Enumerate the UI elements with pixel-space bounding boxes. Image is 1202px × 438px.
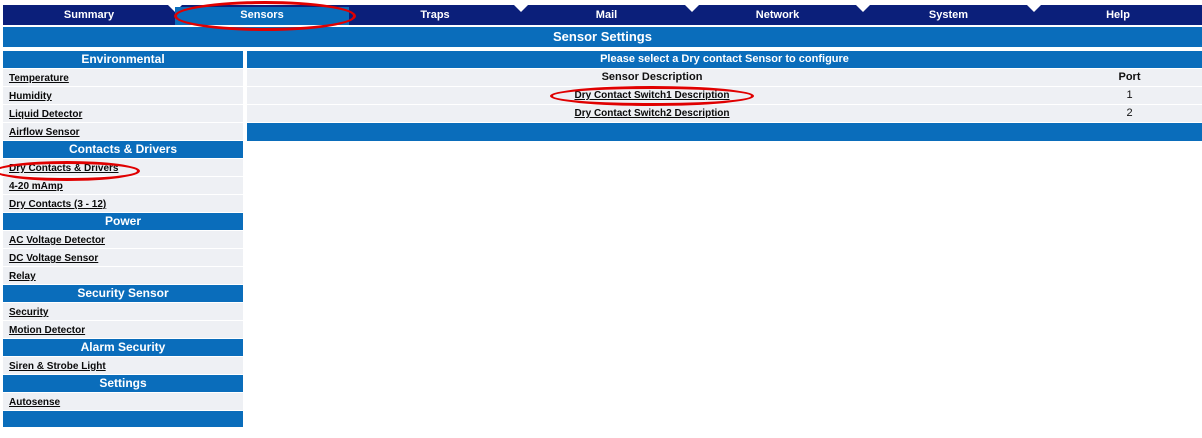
sidebar-link[interactable]: Autosense: [9, 397, 60, 408]
sensor-prompt: Please select a Dry contact Sensor to co…: [247, 51, 1202, 68]
sidebar-item-ac-voltage[interactable]: AC Voltage Detector: [3, 231, 243, 248]
sidebar-heading-contacts: Contacts & Drivers: [3, 141, 243, 158]
sidebar-item-security[interactable]: Security: [3, 303, 243, 320]
sidebar-heading-environmental: Environmental: [3, 51, 243, 68]
sensor-description-cell: Dry Contact Switch1 Description: [247, 87, 1057, 104]
main-footer-bar: [247, 123, 1202, 141]
sidebar-item-autosense[interactable]: Autosense: [3, 393, 243, 410]
column-header-port: Port: [1118, 71, 1141, 83]
sidebar-item-4-20-mamp[interactable]: 4-20 mAmp: [3, 177, 243, 194]
sidebar-link[interactable]: Motion Detector: [9, 325, 85, 336]
sidebar-footer-bar: [3, 411, 243, 427]
sidebar-heading-security: Security Sensor: [3, 285, 243, 302]
tab-help-label: Help: [1106, 9, 1130, 21]
sidebar-item-relay[interactable]: Relay: [3, 267, 243, 284]
sidebar-link[interactable]: Airflow Sensor: [9, 127, 80, 138]
sidebar-heading-settings: Settings: [3, 375, 243, 392]
sidebar-link[interactable]: Humidity: [9, 91, 52, 102]
sidebar-link[interactable]: Dry Contacts & Drivers: [9, 163, 118, 174]
tab-traps[interactable]: Traps: [349, 5, 528, 25]
sidebar-heading-alarm: Alarm Security: [3, 339, 243, 356]
sensor-description-cell: Dry Contact Switch2 Description: [247, 105, 1057, 122]
port-cell: 1: [1126, 89, 1133, 101]
tab-network-label: Network: [755, 9, 800, 21]
sidebar-item-dry-contacts-drivers[interactable]: Dry Contacts & Drivers: [3, 159, 243, 176]
sensor-link-switch1[interactable]: Dry Contact Switch1 Description: [574, 90, 729, 101]
tab-traps-label: Traps: [420, 9, 450, 21]
sidebar: Environmental Temperature Humidity Liqui…: [3, 51, 243, 427]
sidebar-item-siren-strobe[interactable]: Siren & Strobe Light: [3, 357, 243, 374]
tab-mail-label: Mail: [595, 9, 618, 21]
top-nav: Summary Sensors Traps Mail Network Syste…: [3, 5, 1202, 25]
column-header-description: Sensor Description: [601, 71, 703, 83]
sensor-link-switch2[interactable]: Dry Contact Switch2 Description: [574, 108, 729, 119]
sidebar-heading-power: Power: [3, 213, 243, 230]
sidebar-item-dc-voltage[interactable]: DC Voltage Sensor: [3, 249, 243, 266]
sidebar-link[interactable]: Dry Contacts (3 - 12): [9, 199, 106, 210]
sidebar-link[interactable]: Siren & Strobe Light: [9, 361, 106, 372]
sidebar-item-temperature[interactable]: Temperature: [3, 69, 243, 86]
table-row: Dry Contact Switch2 Description 2: [247, 105, 1202, 122]
sidebar-item-airflow-sensor[interactable]: Airflow Sensor: [3, 123, 243, 140]
tab-mail[interactable]: Mail: [521, 5, 699, 25]
port-cell: 2: [1126, 107, 1133, 119]
sidebar-link[interactable]: Relay: [9, 271, 36, 282]
sidebar-item-motion-detector[interactable]: Motion Detector: [3, 321, 243, 338]
sidebar-link[interactable]: Temperature: [9, 73, 69, 84]
sidebar-item-humidity[interactable]: Humidity: [3, 87, 243, 104]
tab-network[interactable]: Network: [692, 5, 870, 25]
sidebar-link[interactable]: Liquid Detector: [9, 109, 82, 120]
sidebar-link[interactable]: DC Voltage Sensor: [9, 253, 98, 264]
sidebar-item-dry-contacts-3-12[interactable]: Dry Contacts (3 - 12): [3, 195, 243, 212]
page-title: Sensor Settings: [3, 27, 1202, 47]
sidebar-item-liquid-detector[interactable]: Liquid Detector: [3, 105, 243, 122]
tab-help[interactable]: Help: [1034, 5, 1202, 25]
main-panel: Please select a Dry contact Sensor to co…: [247, 51, 1202, 141]
table-row: Dry Contact Switch1 Description 1: [247, 87, 1202, 104]
table-header-row: Sensor Description Port: [247, 69, 1202, 86]
tab-summary[interactable]: Summary: [3, 5, 182, 25]
tab-sensors-label: Sensors: [240, 9, 284, 21]
tab-system-label: System: [928, 9, 969, 21]
sidebar-link[interactable]: Security: [9, 307, 48, 318]
sidebar-link[interactable]: 4-20 mAmp: [9, 181, 63, 192]
sidebar-link[interactable]: AC Voltage Detector: [9, 235, 105, 246]
tab-system[interactable]: System: [863, 5, 1041, 25]
tab-summary-label: Summary: [63, 9, 115, 21]
tab-sensors[interactable]: Sensors: [175, 5, 349, 25]
